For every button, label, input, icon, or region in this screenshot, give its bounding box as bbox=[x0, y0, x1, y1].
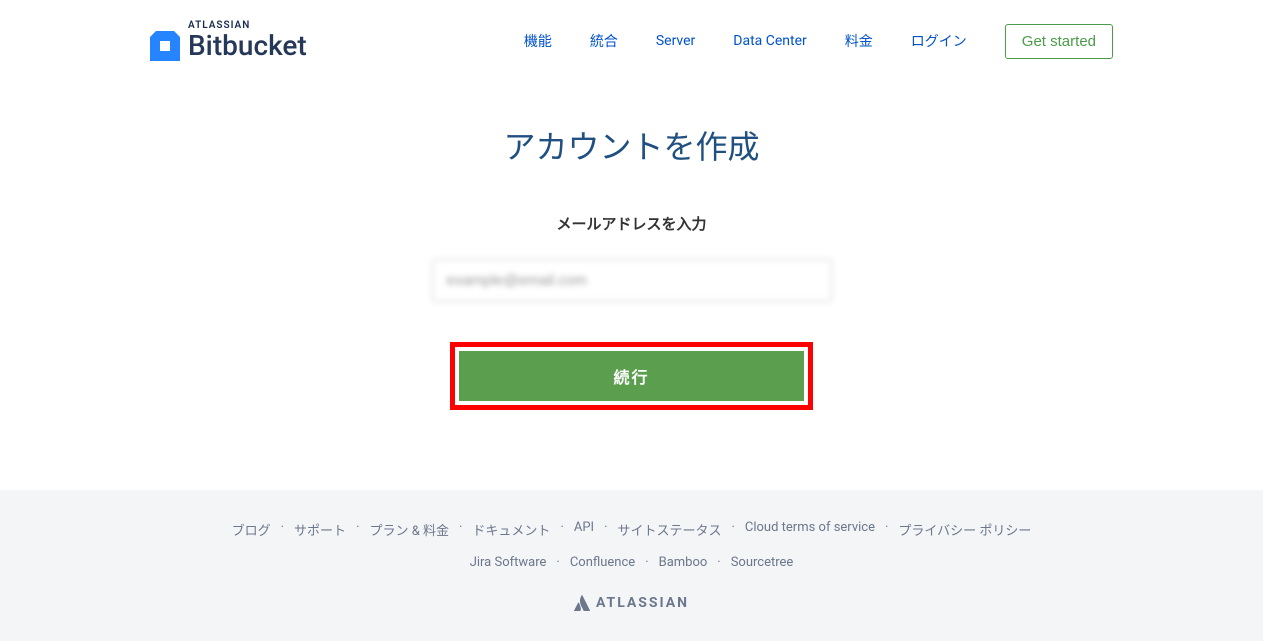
continue-highlight: 続行 bbox=[450, 342, 813, 410]
footer-privacy[interactable]: プライバシー ポリシー bbox=[898, 520, 1031, 539]
main-content: アカウントを作成 メールアドレスを入力 続行 bbox=[0, 82, 1263, 490]
footer-status[interactable]: サイトステータス bbox=[617, 520, 721, 539]
get-started-button[interactable]: Get started bbox=[1005, 24, 1113, 59]
nav-server[interactable]: Server bbox=[656, 33, 695, 49]
logo-wrapper: Bitbucket bbox=[150, 29, 307, 62]
footer-support[interactable]: サポート bbox=[294, 520, 346, 539]
nav-login[interactable]: ログイン bbox=[911, 31, 967, 51]
footer-sourcetree[interactable]: Sourcetree bbox=[731, 555, 794, 570]
nav-data-center[interactable]: Data Center bbox=[733, 33, 807, 49]
main-nav: 機能 統合 Server Data Center 料金 ログイン Get sta… bbox=[524, 24, 1113, 59]
footer-confluence[interactable]: Confluence bbox=[570, 555, 635, 570]
footer-docs[interactable]: ドキュメント bbox=[472, 520, 550, 539]
atlassian-footer-brand[interactable]: ATLASSIAN bbox=[20, 595, 1243, 611]
footer-bamboo[interactable]: Bamboo bbox=[659, 555, 708, 570]
logo-area[interactable]: ATLASSIAN Bitbucket bbox=[150, 20, 307, 62]
continue-button[interactable]: 続行 bbox=[459, 351, 804, 401]
footer-jira[interactable]: Jira Software bbox=[470, 555, 547, 570]
bitbucket-icon bbox=[150, 31, 180, 61]
email-subtitle: メールアドレスを入力 bbox=[20, 213, 1243, 234]
email-input[interactable] bbox=[432, 259, 832, 302]
footer-blog[interactable]: ブログ bbox=[232, 520, 271, 539]
brand-name: Bitbucket bbox=[188, 29, 307, 62]
footer-terms[interactable]: Cloud terms of service bbox=[745, 520, 875, 539]
footer-links-row1: ブログ · サポート · プラン & 料金 · ドキュメント · API · サ… bbox=[20, 520, 1243, 539]
atlassian-footer-label: ATLASSIAN bbox=[596, 595, 689, 611]
nav-pricing[interactable]: 料金 bbox=[845, 31, 873, 51]
footer-api[interactable]: API bbox=[574, 520, 594, 539]
page-header: ATLASSIAN Bitbucket 機能 統合 Server Data Ce… bbox=[0, 0, 1263, 82]
nav-integrations[interactable]: 統合 bbox=[590, 31, 618, 51]
footer-plans[interactable]: プラン & 料金 bbox=[369, 520, 449, 539]
nav-features[interactable]: 機能 bbox=[524, 31, 552, 51]
footer-links-row2: Jira Software · Confluence · Bamboo · So… bbox=[20, 555, 1243, 570]
atlassian-icon bbox=[574, 595, 590, 611]
page-footer: ブログ · サポート · プラン & 料金 · ドキュメント · API · サ… bbox=[0, 490, 1263, 641]
page-title: アカウントを作成 bbox=[20, 122, 1243, 168]
